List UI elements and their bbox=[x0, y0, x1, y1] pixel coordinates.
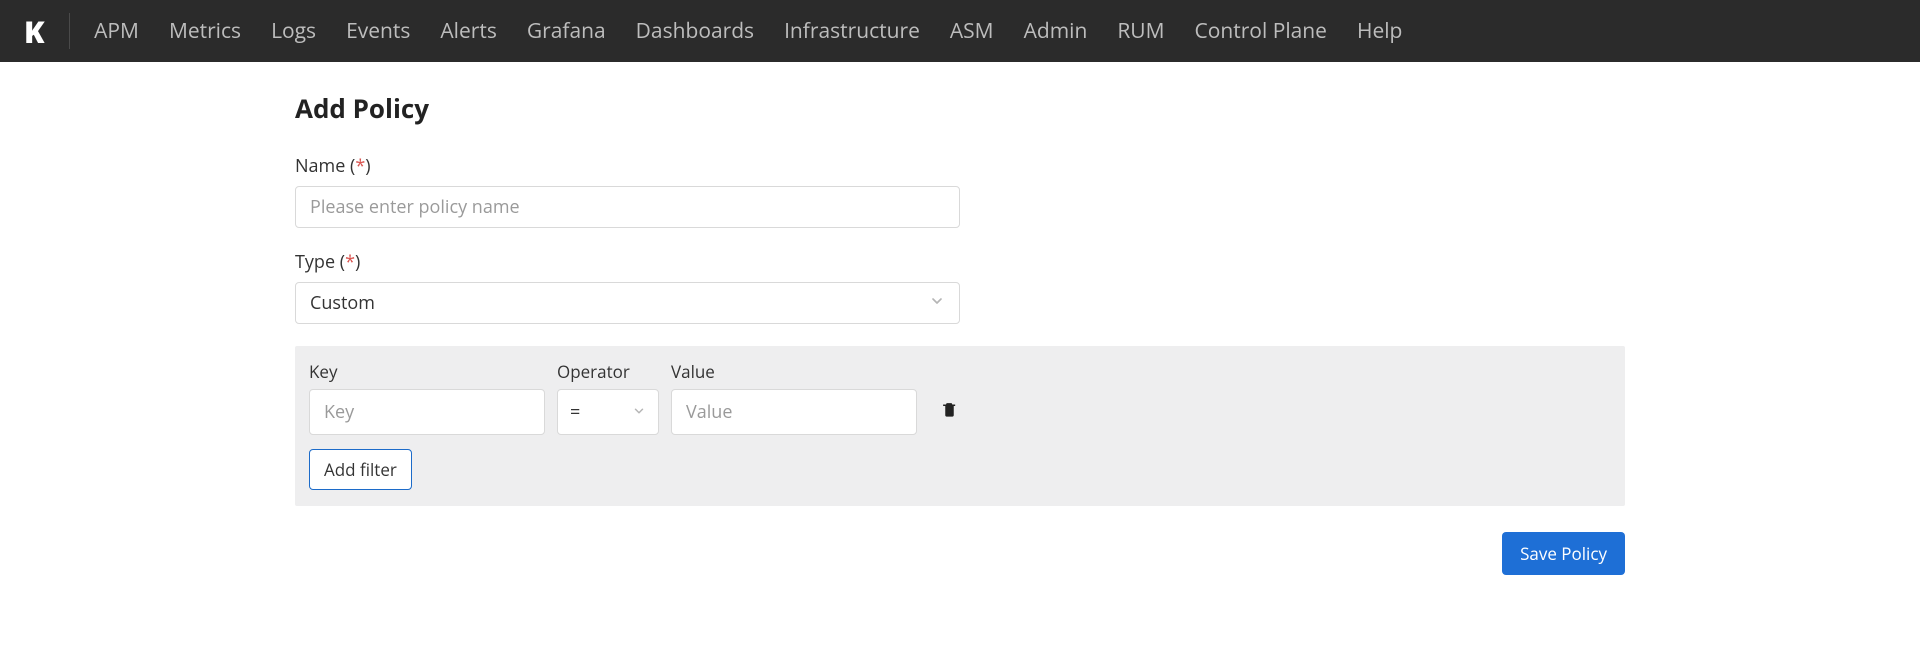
nav-item-apm[interactable]: APM bbox=[94, 17, 139, 45]
page-title: Add Policy bbox=[295, 90, 1625, 126]
nav-item-metrics[interactable]: Metrics bbox=[169, 17, 241, 45]
brand-logo[interactable]: K bbox=[24, 11, 45, 52]
filter-key-label: Key bbox=[309, 360, 545, 383]
filter-col-value: Value bbox=[671, 360, 917, 435]
nav-divider bbox=[69, 13, 70, 49]
filter-operator-label: Operator bbox=[557, 360, 659, 383]
name-label-wrap: Name (*) bbox=[295, 154, 371, 178]
nav-item-logs[interactable]: Logs bbox=[271, 17, 316, 45]
form-group-name: Name (*) bbox=[295, 154, 1625, 228]
filter-operator-select[interactable]: = bbox=[557, 389, 659, 435]
policy-type-select[interactable]: Custom bbox=[295, 282, 960, 324]
save-policy-button[interactable]: Save Policy bbox=[1502, 532, 1625, 575]
filter-row: Key Operator = Value bbox=[309, 360, 1611, 435]
filter-key-input[interactable] bbox=[309, 389, 545, 435]
nav-item-admin[interactable]: Admin bbox=[1024, 17, 1088, 45]
policy-type-selected-value: Custom bbox=[310, 291, 375, 315]
nav-item-asm[interactable]: ASM bbox=[950, 17, 994, 45]
filter-operator-selected-value: = bbox=[570, 400, 580, 424]
nav-item-alerts[interactable]: Alerts bbox=[440, 17, 496, 45]
nav-item-events[interactable]: Events bbox=[346, 17, 410, 45]
content-container: Add Policy Name (*) Type (*) Custom bbox=[295, 90, 1625, 575]
nav-item-help[interactable]: Help bbox=[1357, 17, 1402, 45]
nav-item-grafana[interactable]: Grafana bbox=[527, 17, 606, 45]
filter-delete-wrap bbox=[941, 389, 958, 435]
top-nav: K APM Metrics Logs Events Alerts Grafana… bbox=[0, 0, 1920, 62]
type-label-wrap: Type (*) bbox=[295, 250, 360, 274]
policy-name-input[interactable] bbox=[295, 186, 960, 228]
name-label: Name bbox=[295, 154, 345, 178]
type-paren-close: ) bbox=[355, 250, 360, 274]
filter-panel: Key Operator = Value bbox=[295, 346, 1625, 506]
page-body: Add Policy Name (*) Type (*) Custom bbox=[0, 62, 1920, 615]
filter-col-key: Key bbox=[309, 360, 545, 435]
type-label: Type bbox=[295, 250, 335, 274]
type-required-mark: * bbox=[345, 250, 355, 274]
filter-col-operator: Operator = bbox=[557, 360, 659, 435]
nav-item-control-plane[interactable]: Control Plane bbox=[1195, 17, 1327, 45]
filter-value-input[interactable] bbox=[671, 389, 917, 435]
name-paren-close: ) bbox=[365, 154, 370, 178]
filter-value-label: Value bbox=[671, 360, 917, 383]
nav-item-rum[interactable]: RUM bbox=[1117, 17, 1164, 45]
chevron-down-icon bbox=[929, 291, 945, 315]
nav-item-infrastructure[interactable]: Infrastructure bbox=[784, 17, 920, 45]
name-required-mark: * bbox=[355, 154, 365, 178]
nav-item-dashboards[interactable]: Dashboards bbox=[636, 17, 754, 45]
footer-actions: Save Policy bbox=[295, 532, 1625, 575]
trash-icon[interactable] bbox=[941, 401, 958, 423]
add-filter-button[interactable]: Add filter bbox=[309, 449, 412, 490]
form-group-type: Type (*) Custom bbox=[295, 250, 1625, 324]
chevron-down-icon bbox=[632, 400, 646, 424]
